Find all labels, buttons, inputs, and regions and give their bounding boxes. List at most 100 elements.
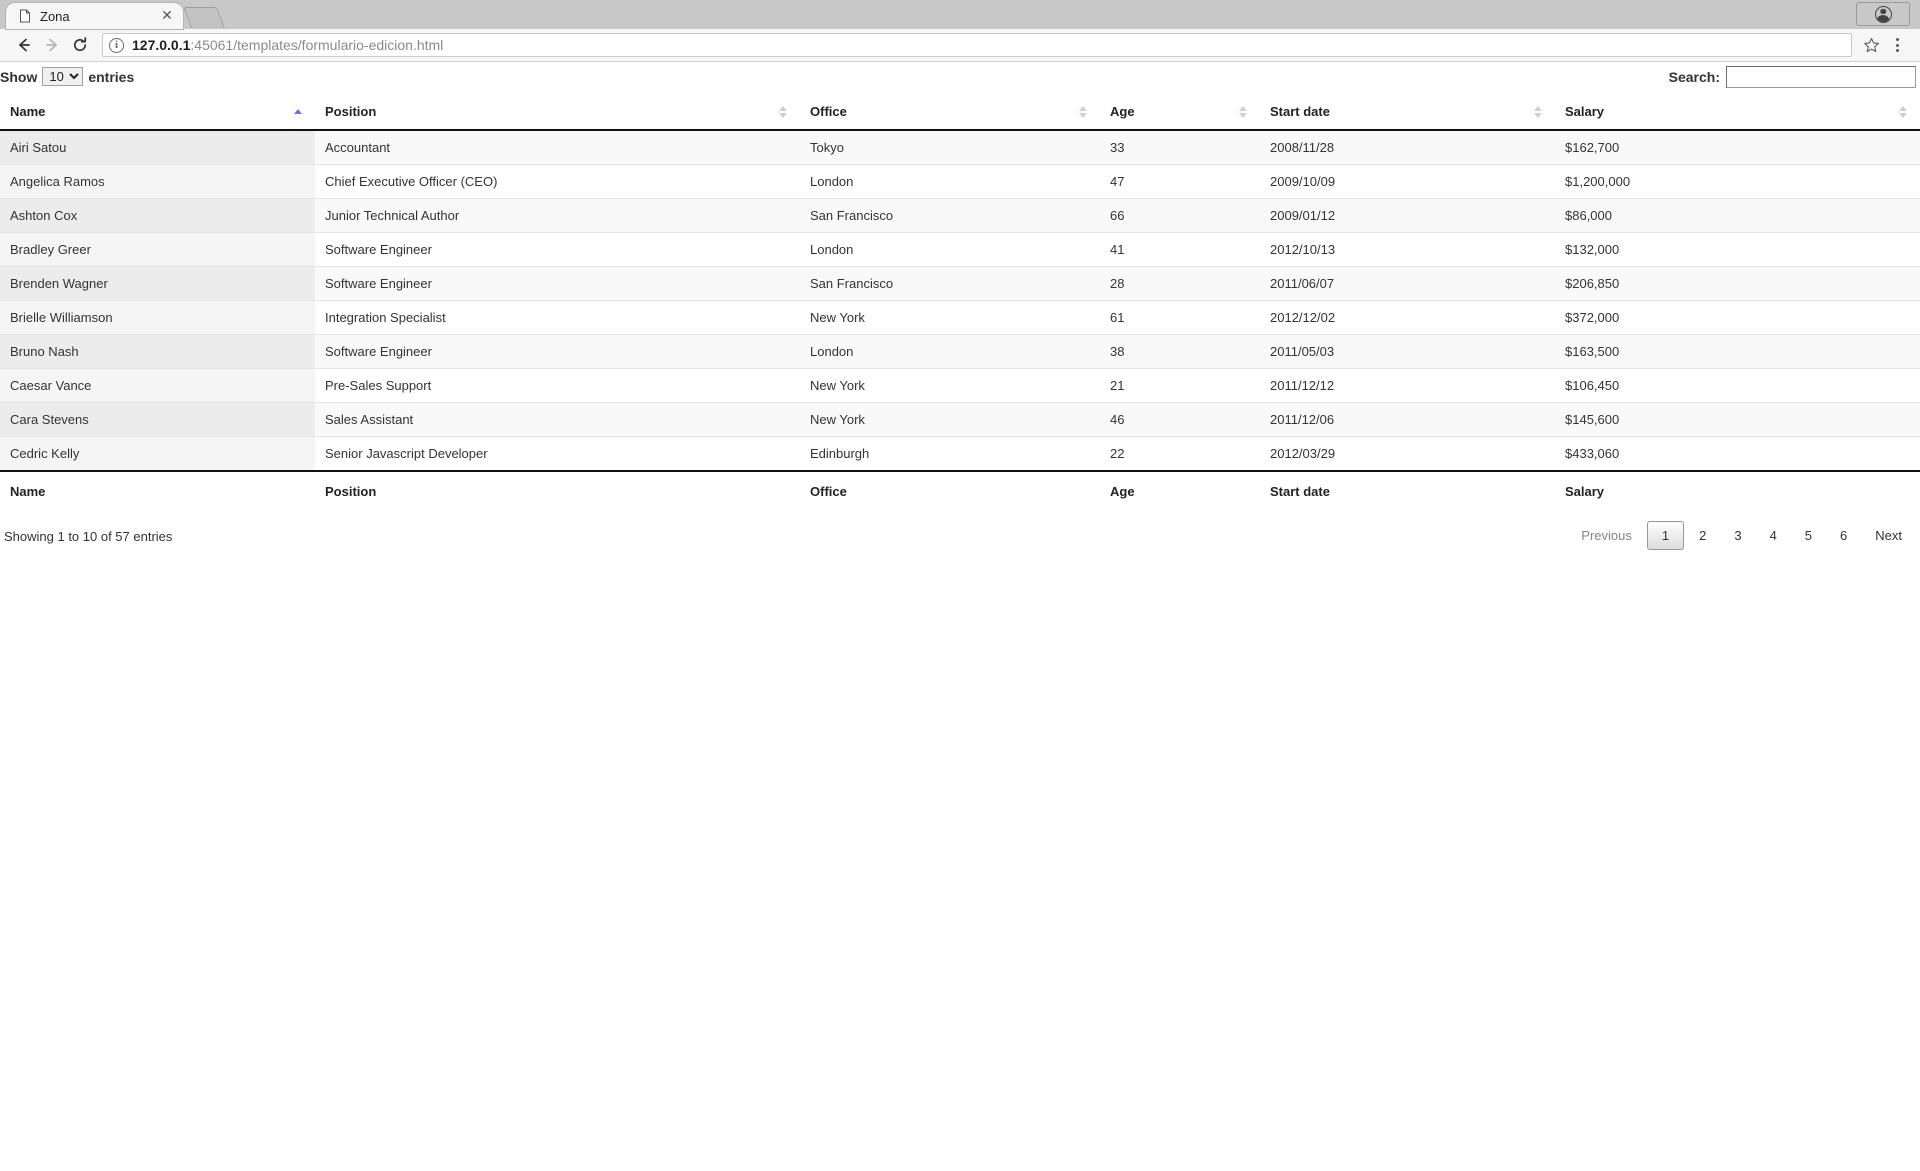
footer-label-name: Name	[0, 470, 315, 511]
pagination-page-4[interactable]: 4	[1757, 521, 1790, 550]
entries-per-page-select[interactable]: 10	[42, 67, 84, 86]
column-header-office[interactable]: Office	[800, 94, 1100, 131]
cell-age: 46	[1100, 402, 1260, 437]
cell-position: Sales Assistant	[315, 402, 800, 437]
star-icon[interactable]	[1858, 32, 1884, 58]
address-bar[interactable]: i 127.0.0.1:45061/templates/formulario-e…	[102, 33, 1852, 57]
cell-start-date: 2011/05/03	[1260, 334, 1555, 369]
page-content: Show 10 entries Search: Name Position Of…	[0, 62, 1920, 1171]
cell-office: San Francisco	[800, 198, 1100, 233]
column-label: Start date	[1270, 104, 1330, 119]
table-row[interactable]: Brenden Wagner Software Engineer San Franc…	[0, 266, 1920, 301]
column-label: Office	[810, 104, 847, 119]
cell-salary: $433,060	[1555, 436, 1920, 471]
sort-none-icon	[1899, 104, 1908, 120]
cell-name: Brenden Wagner	[0, 266, 315, 301]
column-header-salary[interactable]: Salary	[1555, 94, 1920, 131]
cell-office: San Francisco	[800, 266, 1100, 301]
pagination-page-5[interactable]: 5	[1792, 521, 1825, 550]
cell-name: Bradley Greer	[0, 232, 315, 267]
table-row[interactable]: Bradley Greer Software Engineer London 41 20…	[0, 232, 1920, 267]
column-header-age[interactable]: Age	[1100, 94, 1260, 131]
footer-label-office: Office	[800, 470, 1100, 511]
datatable-controls: Show 10 entries Search:	[0, 62, 1920, 94]
cell-name: Brielle Williamson	[0, 300, 315, 335]
cell-salary: $86,000	[1555, 198, 1920, 233]
cell-position: Integration Specialist	[315, 300, 800, 335]
back-icon[interactable]	[10, 31, 38, 59]
pagination-page-1[interactable]: 1	[1646, 521, 1685, 550]
cell-name: Bruno Nash	[0, 334, 315, 369]
cell-salary: $106,450	[1555, 368, 1920, 403]
cell-name: Ashton Cox	[0, 198, 315, 233]
sort-none-icon	[1079, 104, 1088, 120]
cell-salary: $206,850	[1555, 266, 1920, 301]
cell-position: Pre-Sales Support	[315, 368, 800, 403]
cell-name: Cedric Kelly	[0, 436, 315, 471]
cell-salary: $132,000	[1555, 232, 1920, 267]
table-row[interactable]: Cara Stevens Sales Assistant New York 46 201…	[0, 402, 1920, 437]
sort-none-icon	[1534, 104, 1543, 120]
cell-office: London	[800, 334, 1100, 369]
cell-salary: $145,600	[1555, 402, 1920, 437]
pagination-page-3[interactable]: 3	[1721, 521, 1754, 550]
cell-start-date: 2008/11/28	[1260, 130, 1555, 165]
cell-position: Junior Technical Author	[315, 198, 800, 233]
account-avatar-icon	[1874, 5, 1892, 23]
footer-label-salary: Salary	[1555, 470, 1920, 511]
close-icon[interactable]: ✕	[159, 8, 175, 24]
document-icon	[18, 9, 32, 23]
footer-label-start-date: Start date	[1260, 470, 1555, 511]
kebab-menu-icon[interactable]	[1884, 32, 1910, 58]
url-host: 127.0.0.1	[132, 37, 191, 53]
table-row[interactable]: Brielle Williamson Integration Specialist…	[0, 300, 1920, 335]
search-control: Search:	[1669, 66, 1916, 88]
cell-position: Accountant	[315, 130, 800, 165]
profile-button[interactable]	[1856, 2, 1910, 26]
table-row[interactable]: Cedric Kelly Senior Javascript Developer E…	[0, 436, 1920, 471]
cell-age: 33	[1100, 130, 1260, 165]
table-row[interactable]: Airi Satou Accountant Tokyo 33 2008/11/28 $16…	[0, 130, 1920, 165]
sort-none-icon	[779, 104, 788, 120]
forward-icon[interactable]	[38, 31, 66, 59]
cell-office: London	[800, 232, 1100, 267]
search-input[interactable]	[1726, 66, 1916, 88]
length-prefix-label: Show	[0, 68, 38, 85]
sort-ascending-icon	[294, 107, 303, 117]
table-row[interactable]: Bruno Nash Software Engineer London 38 2011/…	[0, 334, 1920, 369]
table-row[interactable]: Angelica Ramos Chief Executive Officer (C…	[0, 164, 1920, 199]
employees-table: Name Position Office Age Start date Sala…	[0, 94, 1920, 511]
table-head: Name Position Office Age Start date Sala…	[0, 94, 1920, 131]
length-control: Show 10 entries	[0, 67, 134, 86]
cell-position: Chief Executive Officer (CEO)	[315, 164, 800, 199]
tab-strip: Zona ✕	[0, 0, 1920, 29]
cell-start-date: 2009/10/09	[1260, 164, 1555, 199]
cell-position: Software Engineer	[315, 266, 800, 301]
table-row[interactable]: Caesar Vance Pre-Sales Support New York 21 2…	[0, 368, 1920, 403]
pagination-previous[interactable]: Previous	[1568, 521, 1645, 550]
cell-start-date: 2011/12/12	[1260, 368, 1555, 403]
url-text: 127.0.0.1:45061/templates/formulario-edi…	[132, 37, 443, 53]
browser-tab[interactable]: Zona ✕	[6, 3, 183, 29]
reload-icon[interactable]	[66, 31, 94, 59]
site-info-icon[interactable]: i	[109, 37, 124, 53]
column-header-start-date[interactable]: Start date	[1260, 94, 1555, 131]
table-foot: Name Position Office Age Start date Sala…	[0, 470, 1920, 511]
pagination-page-2[interactable]: 2	[1686, 521, 1719, 550]
table-row[interactable]: Ashton Cox Junior Technical Author San Fra…	[0, 198, 1920, 233]
column-header-position[interactable]: Position	[315, 94, 800, 131]
column-header-name[interactable]: Name	[0, 94, 315, 131]
column-label: Position	[325, 104, 377, 119]
cell-age: 22	[1100, 436, 1260, 471]
cell-name: Angelica Ramos	[0, 164, 315, 199]
new-tab-button[interactable]	[183, 7, 225, 28]
pagination-next[interactable]: Next	[1862, 521, 1915, 550]
cell-age: 61	[1100, 300, 1260, 335]
cell-start-date: 2011/12/06	[1260, 402, 1555, 437]
cell-office: London	[800, 164, 1100, 199]
cell-start-date: 2012/10/13	[1260, 232, 1555, 267]
pagination-page-6[interactable]: 6	[1827, 521, 1860, 550]
cell-start-date: 2011/06/07	[1260, 266, 1555, 301]
column-label: Age	[1110, 104, 1135, 119]
cell-salary: $163,500	[1555, 334, 1920, 369]
